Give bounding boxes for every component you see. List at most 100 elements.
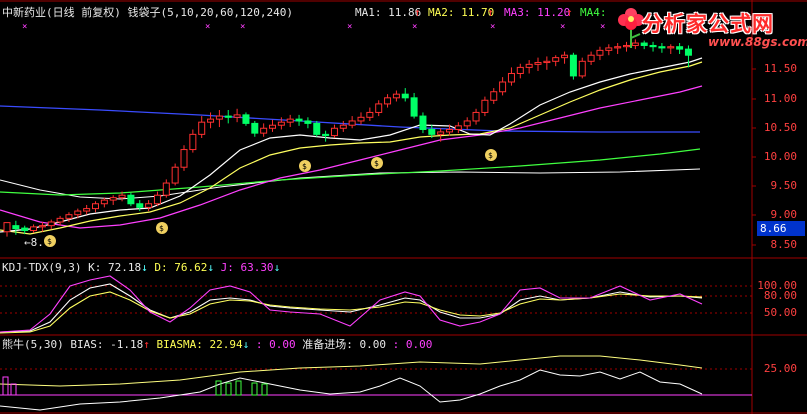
candle-body [375, 103, 383, 113]
candle-body [242, 114, 250, 124]
candle-body [446, 128, 453, 133]
candle-body [153, 194, 161, 205]
candle-body [251, 122, 259, 134]
svg-text:×: × [240, 22, 245, 32]
money-bag-icon: $ [299, 160, 311, 172]
candle-body [490, 91, 498, 101]
candle-body [74, 210, 82, 216]
candle-body [499, 81, 507, 93]
bias-axis-label: 25.00 [763, 362, 797, 375]
money-bag-icon: $ [485, 149, 497, 161]
candle-body [313, 122, 321, 135]
candle-body [587, 54, 595, 62]
kdj-name[interactable]: KDJ-TDX(9,3) [2, 261, 81, 274]
candle-body [516, 66, 524, 74]
svg-text:$: $ [302, 162, 307, 171]
candle-body [534, 62, 542, 65]
bias-white-line [0, 369, 703, 411]
svg-text:$: $ [47, 237, 52, 246]
candle-body [21, 227, 29, 232]
candle-body [569, 54, 577, 77]
svg-text:$: $ [374, 159, 379, 168]
candle-body [552, 57, 560, 62]
candle-body [215, 115, 223, 120]
price-axis-ticks [752, 68, 756, 246]
ma1-up-arrow-icon: ↑ [414, 6, 421, 19]
candle-body [454, 125, 462, 130]
candle-body [224, 115, 232, 118]
candle-body [410, 97, 418, 117]
price-axis-label: 8.50 [770, 238, 798, 251]
indicator-name[interactable]: 钱袋子 [128, 6, 161, 19]
candle-body [561, 54, 569, 59]
candle-body [92, 203, 99, 210]
ma4-value: MA4: [580, 6, 607, 19]
candle-body [145, 203, 153, 208]
candle-body [543, 60, 551, 64]
candle-body [286, 118, 294, 123]
candle-body [401, 93, 409, 99]
candle-body [56, 217, 64, 223]
candle-body [189, 133, 197, 151]
svg-text:$: $ [488, 151, 493, 160]
price-axis-label: 11.00 [763, 92, 797, 105]
biasma-value: BIASMA: 22.94 [156, 338, 243, 351]
candle-body [437, 131, 445, 135]
indicator-params: (5,10,20,60,120,240) [160, 6, 293, 19]
candle-body [596, 49, 604, 56]
candle-body [233, 114, 241, 118]
candle-body [357, 116, 365, 122]
candle-body [463, 120, 471, 127]
biasma-yellow-line [0, 355, 703, 387]
bias-indicator-name[interactable]: 熊牛(5,30) [2, 338, 64, 351]
candle-body [578, 60, 586, 77]
entry-signal-value: 准备进场: 0.00 [302, 338, 386, 351]
j-down-arrow-icon: ↓ [273, 261, 281, 274]
candle-body [428, 128, 436, 135]
current-price-badge: 8.66 [757, 221, 805, 236]
candle-body [330, 127, 338, 137]
candle-body [83, 208, 91, 212]
candle-body [30, 226, 38, 232]
candle-body [171, 166, 179, 184]
biasma-down-arrow-icon: ↓ [242, 338, 250, 351]
candle-body [118, 194, 126, 199]
money-bag-icon: $ [156, 222, 168, 234]
candle-body [12, 225, 20, 230]
ma-yellow-line [0, 61, 703, 235]
candle-body [384, 97, 392, 105]
candle-body [260, 127, 268, 134]
candle-body [507, 72, 515, 83]
candle-body [136, 203, 144, 208]
kdj-k-value: K: 72.18 [88, 261, 142, 274]
candle-body [277, 121, 285, 126]
candle-body [419, 115, 427, 130]
candle-body [392, 93, 400, 99]
kdj-grid [0, 285, 752, 314]
candle-body [38, 225, 46, 228]
svg-text:×: × [560, 22, 565, 32]
ma1-value: MA1: 11.86 [355, 6, 422, 19]
price-axis-label: 11.50 [763, 62, 797, 75]
price-axis-label: 10.50 [763, 121, 797, 134]
candle-body [47, 221, 55, 227]
kdj-axis-label: 50.00 [763, 306, 797, 319]
logo-url: www.88gs.com [708, 35, 807, 49]
main-panel-header: 中新药业(日线 前复权) 钱袋子(5,10,20,60,120,240) [2, 6, 293, 20]
candle-body [109, 197, 117, 201]
site-logo: 分析家公式网 www.88gs.com [612, 2, 807, 52]
svg-text:×: × [347, 22, 352, 32]
candle-body [269, 124, 276, 129]
candle-body [207, 118, 215, 123]
kdj-axis-label: 80.00 [763, 289, 797, 302]
candle-body [3, 222, 11, 233]
candle-body [304, 120, 312, 124]
ma-magenta-line [0, 85, 703, 229]
price-axis-label: 9.50 [770, 179, 798, 192]
k-down-arrow-icon: ↓ [141, 261, 148, 274]
svg-text:×: × [490, 22, 495, 32]
svg-text:×: × [22, 22, 27, 32]
ma2-up-arrow-icon: ↑ [487, 6, 494, 19]
svg-text:$: $ [159, 224, 164, 233]
bias-extra-value-2: : 0.00 [392, 338, 433, 351]
